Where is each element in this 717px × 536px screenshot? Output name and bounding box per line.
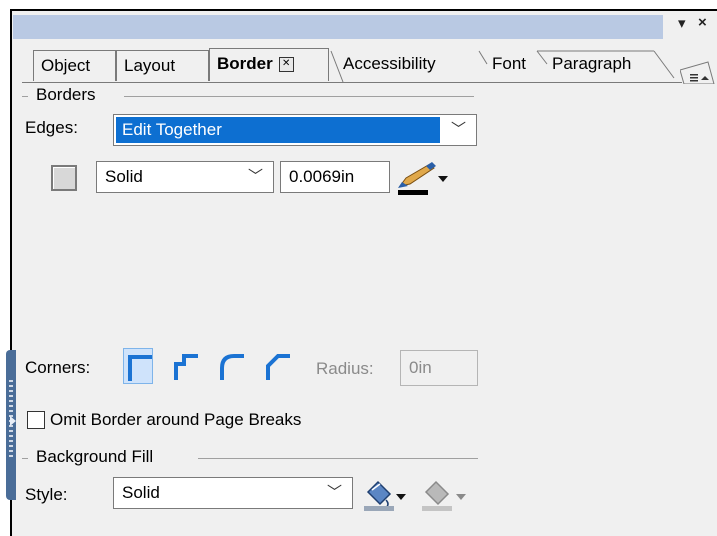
borders-divider-left (22, 96, 28, 97)
chevron-down-icon: ﹀ (450, 121, 466, 138)
line-width-input[interactable]: 0.0069in (280, 161, 390, 193)
radius-input[interactable]: 0in (400, 350, 478, 386)
panel-titlebar[interactable] (13, 15, 663, 39)
corner-round-button[interactable] (216, 348, 246, 384)
tab-font[interactable]: Font (492, 54, 526, 74)
tab-layout[interactable]: Layout (116, 50, 209, 81)
border-sides-swatch[interactable] (51, 165, 77, 191)
corner-square-button[interactable] (123, 348, 153, 384)
radius-label: Radius: (316, 359, 374, 378)
corner-notch-button[interactable] (170, 348, 200, 384)
background-section-label: Background Fill (36, 447, 154, 466)
chevron-down-icon: ﹀ (326, 484, 342, 501)
tab-paragraph[interactable]: Paragraph (552, 54, 631, 74)
tab-border-label: Border (217, 54, 273, 73)
background-style-dropdown[interactable]: Solid ﹀ (113, 477, 353, 509)
edges-value: Edit Together (116, 117, 440, 143)
chevron-down-icon: ﹀ (247, 168, 263, 185)
edges-dropdown[interactable]: Edit Together ﹀ (113, 114, 477, 146)
background-divider-left (22, 458, 28, 459)
tab-accessibility-label: Accessibility (343, 54, 436, 73)
tab-accessibility[interactable]: Accessibility (343, 54, 471, 74)
panel-close-icon[interactable]: × (698, 14, 707, 31)
background-style-value: Solid (122, 483, 160, 502)
borders-divider (124, 96, 474, 97)
corner-bevel-icon (266, 354, 290, 380)
fill-color-picker-icon[interactable] (362, 478, 412, 512)
corner-square-icon (128, 355, 152, 381)
omit-border-checkbox[interactable] (27, 411, 45, 429)
dock-expand-icon[interactable] (8, 414, 18, 428)
corner-bevel-button[interactable] (262, 348, 292, 384)
fill-pattern-picker-icon[interactable] (420, 478, 472, 512)
line-style-dropdown[interactable]: Solid ﹀ (96, 161, 274, 193)
line-style-value: Solid (105, 167, 143, 186)
tab-overflow-icon[interactable] (680, 60, 716, 84)
edges-label: Edges: (25, 118, 78, 137)
corners-label: Corners: (25, 358, 91, 377)
tab-border[interactable]: Border ✕ (209, 48, 329, 81)
tab-font-label: Font (492, 54, 526, 73)
tab-close-icon[interactable]: ✕ (278, 57, 294, 73)
omit-border-label: Omit Border around Page Breaks (50, 410, 302, 429)
borders-section-label: Borders (36, 85, 96, 104)
corner-notch-icon (174, 354, 198, 380)
corner-round-icon (220, 354, 244, 380)
border-color-picker-icon[interactable] (396, 160, 456, 196)
background-divider (198, 458, 478, 459)
panel-menu-icon[interactable]: ▾ (678, 14, 686, 32)
tab-object[interactable]: Object (33, 50, 116, 81)
style-label: Style: (25, 485, 68, 504)
